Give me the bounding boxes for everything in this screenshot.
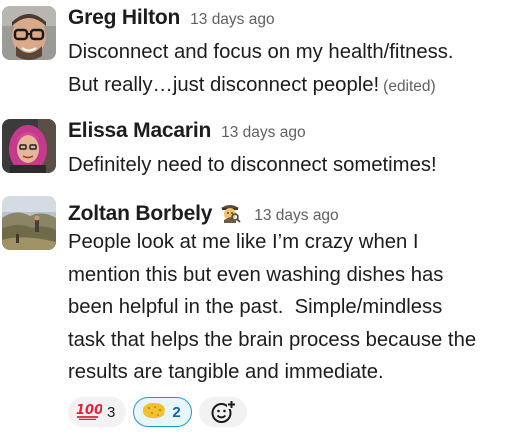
timestamp[interactable]: 13 days ago (254, 207, 338, 225)
author-name[interactable]: Zoltan Borbely (68, 202, 212, 226)
message-line: But really…just disconnect people! (68, 73, 380, 96)
sponge-emoji-icon (141, 400, 167, 425)
reaction-hundred-points[interactable]: 100 3 (68, 397, 127, 427)
avatar-greg[interactable] (2, 6, 56, 60)
message-line: mention this but even washing dishes has (68, 263, 444, 286)
message-body: Definitely need to disconnect sometimes! (68, 149, 522, 182)
message-body: People look at me like I’m crazy when I … (68, 226, 522, 389)
avatar-elissa[interactable] (2, 119, 56, 173)
avatar-zoltan-image (2, 196, 56, 250)
detective-icon (221, 205, 241, 223)
message-line: been helpful in the past. Simple/mindles… (68, 296, 443, 318)
message-body: Disconnect and focus on my health/fitnes… (68, 36, 522, 103)
detective-emoji[interactable] (218, 199, 242, 223)
reactions-bar: 100 3 2 (68, 397, 247, 427)
timestamp[interactable]: 13 days ago (221, 124, 305, 142)
message-line: task that helps the brain process becaus… (68, 328, 477, 351)
author-name[interactable]: Elissa Macarin (68, 119, 211, 143)
message-line-wrap: But really…just disconnect people! (edite… (68, 69, 522, 104)
reaction-sponge[interactable]: 2 (133, 397, 192, 427)
add-reaction-icon (211, 400, 236, 423)
timestamp[interactable]: 13 days ago (190, 11, 274, 29)
author-name[interactable]: Greg Hilton (68, 6, 180, 30)
avatar-elissa-image (2, 119, 56, 173)
hundred-points-emoji-icon: 100 (76, 400, 103, 425)
svg-text:100: 100 (76, 403, 102, 418)
message-line: Definitely need to disconnect sometimes! (68, 154, 437, 176)
message-line: results are tangible and immediate. (68, 361, 384, 383)
avatar-greg-image (2, 6, 56, 60)
edited-label: (edited) (383, 77, 436, 95)
reaction-count: 3 (107, 403, 116, 421)
message-line: People look at me like I’m crazy when I (68, 231, 419, 253)
reaction-count: 2 (172, 403, 181, 421)
message-line: Disconnect and focus on my health/fitnes… (68, 41, 454, 63)
add-reaction-button[interactable] (198, 397, 247, 427)
avatar-zoltan[interactable] (2, 196, 56, 250)
